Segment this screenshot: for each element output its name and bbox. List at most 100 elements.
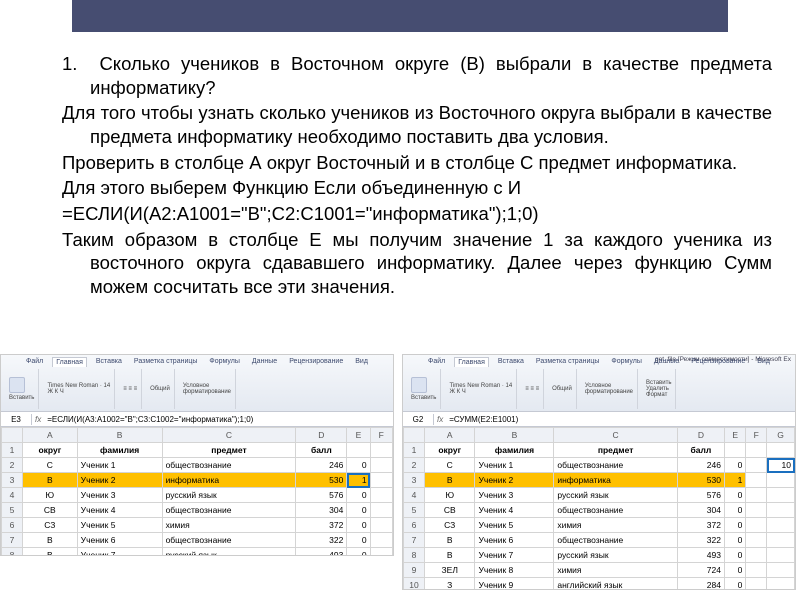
cell bbox=[370, 458, 392, 473]
cell bbox=[370, 518, 392, 533]
formula-line: =ЕСЛИ(И(A2:A1001="В";C2:C1001="информати… bbox=[32, 202, 772, 226]
cell: 0 bbox=[724, 548, 745, 563]
row-number: 8 bbox=[2, 548, 23, 557]
cell: 0 bbox=[347, 518, 370, 533]
header-cell: балл bbox=[677, 443, 724, 458]
cell: химия bbox=[162, 518, 296, 533]
cell: 0 bbox=[347, 548, 370, 557]
cell: 372 bbox=[296, 518, 347, 533]
column-header: E bbox=[347, 428, 370, 443]
cell: С bbox=[23, 458, 78, 473]
row-number: 5 bbox=[404, 503, 425, 518]
header-cell: предмет bbox=[162, 443, 296, 458]
cell bbox=[746, 458, 767, 473]
header-cell: балл bbox=[296, 443, 347, 458]
header-cell: округ bbox=[23, 443, 78, 458]
formula-bar-text: =ЕСЛИ(И(A3:A1002="В";C3:C1002="информати… bbox=[44, 415, 253, 424]
row-number: 7 bbox=[404, 533, 425, 548]
row-number: 9 bbox=[404, 563, 425, 578]
header-cell bbox=[767, 443, 795, 458]
cell bbox=[767, 548, 795, 563]
cell: русский язык bbox=[554, 488, 678, 503]
question-text: Сколько учеников в Восточном округе (В) … bbox=[90, 53, 772, 98]
cell: 0 bbox=[724, 503, 745, 518]
cell bbox=[370, 548, 392, 557]
paste-icon bbox=[9, 377, 25, 393]
header-cell bbox=[724, 443, 745, 458]
column-header: C bbox=[554, 428, 678, 443]
cell: В bbox=[23, 533, 78, 548]
column-header: F bbox=[370, 428, 392, 443]
cell: В bbox=[425, 533, 475, 548]
cell: 284 bbox=[677, 578, 724, 591]
cell bbox=[767, 563, 795, 578]
cell bbox=[370, 488, 392, 503]
cell: Ученик 3 bbox=[475, 488, 554, 503]
name-box: E3 bbox=[1, 414, 32, 425]
cell: обществознание bbox=[162, 533, 296, 548]
cell: СВ bbox=[23, 503, 78, 518]
cell bbox=[746, 548, 767, 563]
row-number: 2 bbox=[2, 458, 23, 473]
ribbon-tab: Главная bbox=[52, 357, 87, 367]
cell: Ученик 4 bbox=[77, 503, 162, 518]
ribbon-tab: Файл bbox=[23, 357, 46, 367]
cell bbox=[746, 503, 767, 518]
cell: Ученик 2 bbox=[475, 473, 554, 488]
ribbon-tab: Вставка bbox=[93, 357, 125, 367]
excel-screenshots: ФайлГлавнаяВставкаРазметка страницыФорму… bbox=[0, 354, 800, 600]
ribbon-tab: Вид bbox=[352, 357, 371, 367]
cell: 246 bbox=[677, 458, 724, 473]
excel-ribbon: get_file [Режим совместимости] - Microso… bbox=[403, 355, 795, 412]
ribbon-tab: Данные bbox=[249, 357, 280, 367]
cell: В bbox=[425, 548, 475, 563]
cell: 0 bbox=[347, 533, 370, 548]
cell: 1 bbox=[724, 473, 745, 488]
cell: 0 bbox=[724, 578, 745, 591]
header-cell bbox=[347, 443, 370, 458]
cell bbox=[746, 578, 767, 591]
formula-bar: G2 fx =СУММ(E2:E1001) bbox=[403, 412, 795, 427]
cell: СВ bbox=[425, 503, 475, 518]
ribbon-tab: Рецензирование bbox=[286, 357, 346, 367]
ribbon-tabs: ФайлГлавнаяВставкаРазметка страницыФорму… bbox=[23, 357, 371, 367]
ribbon-tab: Формулы bbox=[206, 357, 242, 367]
cell bbox=[767, 473, 795, 488]
cell: 304 bbox=[677, 503, 724, 518]
paragraph-1: Для того чтобы узнать сколько учеников и… bbox=[32, 101, 772, 148]
ribbon-tab: Главная bbox=[454, 357, 489, 367]
cell: 0 bbox=[724, 533, 745, 548]
row-number: 6 bbox=[2, 518, 23, 533]
slide-banner bbox=[72, 0, 728, 32]
cell bbox=[370, 533, 392, 548]
column-header: C bbox=[162, 428, 296, 443]
row-number: 4 bbox=[2, 488, 23, 503]
cell: 576 bbox=[296, 488, 347, 503]
column-header: B bbox=[475, 428, 554, 443]
cell: 0 bbox=[724, 563, 745, 578]
column-header bbox=[404, 428, 425, 443]
formula-bar-text: =СУММ(E2:E1001) bbox=[446, 415, 518, 424]
header-cell: фамилия bbox=[77, 443, 162, 458]
cell: 530 bbox=[296, 473, 347, 488]
cell: Ученик 1 bbox=[77, 458, 162, 473]
cell: химия bbox=[554, 563, 678, 578]
cell: 0 bbox=[347, 458, 370, 473]
cell: обществознание bbox=[162, 503, 296, 518]
cell: 493 bbox=[296, 548, 347, 557]
cell: английский язык bbox=[554, 578, 678, 591]
cell: русский язык bbox=[162, 488, 296, 503]
ribbon-tabs: ФайлГлавнаяВставкаРазметка страницыФорму… bbox=[425, 357, 773, 367]
cell: 493 bbox=[677, 548, 724, 563]
cell bbox=[746, 518, 767, 533]
row-number: 10 bbox=[404, 578, 425, 591]
header-cell: округ bbox=[425, 443, 475, 458]
cell: Ученик 6 bbox=[475, 533, 554, 548]
cell: З bbox=[425, 578, 475, 591]
cell: В bbox=[23, 473, 78, 488]
cell bbox=[767, 533, 795, 548]
excel-screenshot-right: get_file [Режим совместимости] - Microso… bbox=[402, 354, 796, 590]
cell: В bbox=[425, 473, 475, 488]
ribbon-tab: Вставка bbox=[495, 357, 527, 367]
cell: Ученик 5 bbox=[475, 518, 554, 533]
